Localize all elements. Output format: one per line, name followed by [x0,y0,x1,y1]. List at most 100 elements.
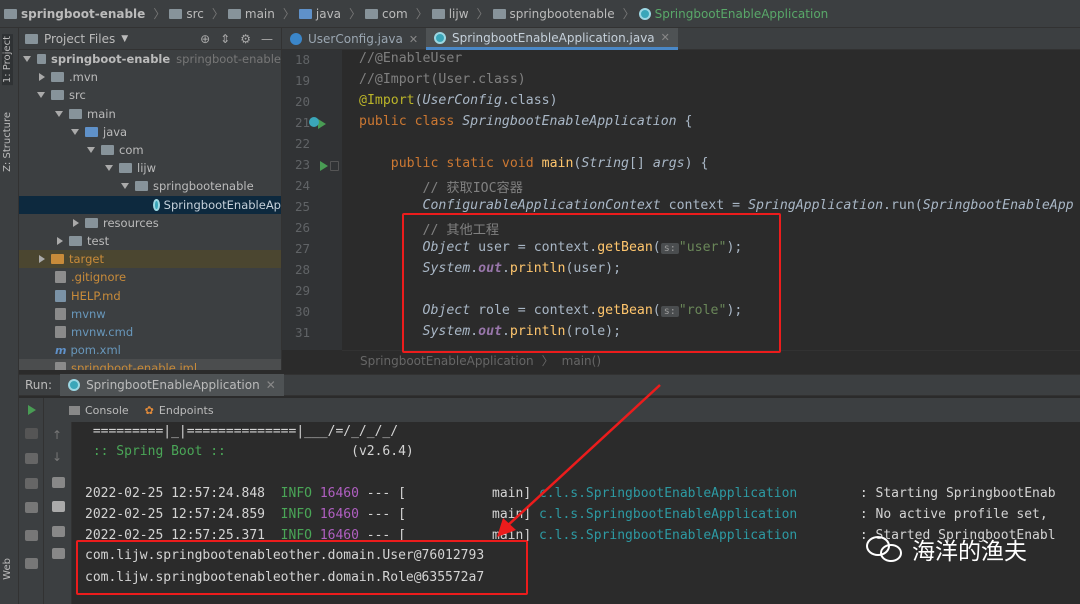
stop-icon[interactable] [25,428,38,439]
folder-icon [51,90,64,101]
wechat-icon [866,534,904,564]
line-number: 31 [294,325,310,340]
tree-item-com[interactable]: com [19,141,281,159]
tab-endpoints[interactable]: ✿ Endpoints [145,404,214,417]
tree-item-springbootenable[interactable]: springbootenable [19,177,281,195]
structure-tool-tab[interactable]: Z: Structure [2,112,13,172]
project-view-selector[interactable]: Project Files [44,32,115,46]
gear-icon[interactable]: ⚙ [240,32,251,46]
breadcrumb-java[interactable]: java 〉 [298,5,361,22]
down-arrow-icon[interactable]: ↓ [52,450,62,464]
chevron-down-icon[interactable]: ▼ [121,34,128,44]
resources-folder-icon [85,217,98,228]
project-files-icon [25,33,38,44]
locate-icon[interactable]: ⊕ [200,32,210,46]
log-logger: c.l.s.SpringbootEnableApplication [531,486,798,501]
breadcrumb-com[interactable]: com 〉 [365,5,428,22]
tree-item-java[interactable]: java [19,123,281,141]
close-icon[interactable]: ✕ [266,378,276,392]
expanded-arrow-icon [87,147,95,154]
pin-icon[interactable] [25,558,38,569]
log-level: INFO [280,507,312,522]
tree-item-pom-xml[interactable]: m pom.xml [19,341,281,359]
run-tab-label: SpringbootEnableApplication [86,378,260,392]
tree-item-mvnw-cmd[interactable]: mvnw.cmd [19,323,281,341]
run-config-tab[interactable]: SpringbootEnableApplication ✕ [60,374,284,396]
breadcrumb-class[interactable]: SpringbootEnableApplication [638,7,828,21]
tree-item-test[interactable]: test [19,232,281,250]
web-tool-tab[interactable]: Web [2,558,13,580]
code-keyword: public class [359,114,463,129]
update-icon[interactable] [25,478,38,489]
tree-item-main[interactable]: main [19,105,281,123]
tree-item-path: springboot-enable [176,52,281,67]
tree-item-label: java [103,124,128,139]
collapse-icon[interactable]: ⇕ [220,32,230,46]
line-number: 23 [294,157,310,172]
camera-icon[interactable] [25,453,38,464]
run-toolbar [19,398,44,604]
rerun-icon[interactable] [28,405,36,415]
layout-icon[interactable] [25,530,38,541]
up-arrow-icon[interactable]: ↑ [52,428,62,442]
tree-item-src[interactable]: src [19,86,281,104]
folder-icon [227,8,241,19]
tree-item-help-md[interactable]: HELP.md [19,286,281,304]
file-icon [55,325,66,338]
tree-item-lijw[interactable]: lijw [19,159,281,177]
line-number: 21 [294,115,310,130]
tree-item-mvn[interactable]: .mvn [19,68,281,86]
watermark-text: 海洋的渔夫 [912,539,1027,565]
log-logger: c.l.s.SpringbootEnableApplication [531,507,798,522]
tree-item-project-root[interactable]: springboot-enable springboot-enable [19,50,281,68]
tree-item-gitignore[interactable]: .gitignore [19,268,281,286]
tab-springbootenableapplication[interactable]: SpringbootEnableApplication.java ✕ [426,28,678,50]
code-text: context = [660,198,749,213]
code-text: [] [628,156,653,171]
folder-icon [4,8,17,19]
code-comment: //@EnableUser [359,51,463,66]
spring-boot-class-icon [153,198,160,211]
editor-crumb-method[interactable]: main() [562,354,601,368]
print-icon[interactable] [52,526,65,537]
breadcrumb-springbootenable[interactable]: springbootenable 〉 [492,5,635,22]
editor-crumb-class[interactable]: SpringbootEnableApplication [360,354,534,368]
trash-icon[interactable] [52,548,65,559]
source-folder-icon [298,8,312,19]
spring-boot-class-icon [638,7,651,20]
hide-icon[interactable]: — [261,32,273,46]
exit-icon[interactable] [25,502,38,513]
editor-breadcrumb: SpringbootEnableApplication 〉 main() [342,350,1080,370]
breadcrumb-lijw[interactable]: lijw 〉 [431,5,489,22]
spring-boot-version: (v2.6.4) [233,444,414,459]
run-main-gutter-icon[interactable] [320,161,328,171]
project-tool-tab[interactable]: 1: Project [2,34,13,86]
tree-item-target[interactable]: target [19,250,281,269]
tree-item-label: mvnw.cmd [71,324,134,339]
close-icon[interactable]: ✕ [409,33,418,46]
console-toolbar: ↑ ↓ [44,422,72,604]
tree-item-resources[interactable]: resources [19,214,281,232]
fold-icon[interactable] [330,161,339,171]
collapsed-arrow-icon [39,255,45,264]
breadcrumb-main[interactable]: main 〉 [227,5,295,22]
breadcrumb-project[interactable]: springboot-enable 〉 [4,5,165,22]
breadcrumb-src[interactable]: src 〉 [169,5,224,22]
tree-item-iml[interactable]: springboot-enable.iml [19,359,281,370]
tab-label: Endpoints [158,403,214,417]
soft-wrap-icon[interactable] [52,477,65,488]
excluded-folder-icon [51,254,64,265]
spring-bean-gutter-icon[interactable] [309,117,319,127]
code-annotation: @Import [359,93,415,108]
run-gutter-icon[interactable] [318,119,326,129]
code-class-ref: UserConfig [422,93,502,108]
package-icon [365,8,379,19]
tree-item-application-class[interactable]: SpringbootEnableAp [19,195,281,214]
module-file-icon [55,362,66,370]
tab-userconfig[interactable]: UserConfig.java ✕ [282,28,426,50]
scroll-to-end-icon[interactable] [52,501,65,512]
tab-console[interactable]: Console [69,404,129,417]
close-icon[interactable]: ✕ [661,31,670,44]
maven-icon: m [55,343,67,357]
tree-item-mvnw[interactable]: mvnw [19,305,281,323]
